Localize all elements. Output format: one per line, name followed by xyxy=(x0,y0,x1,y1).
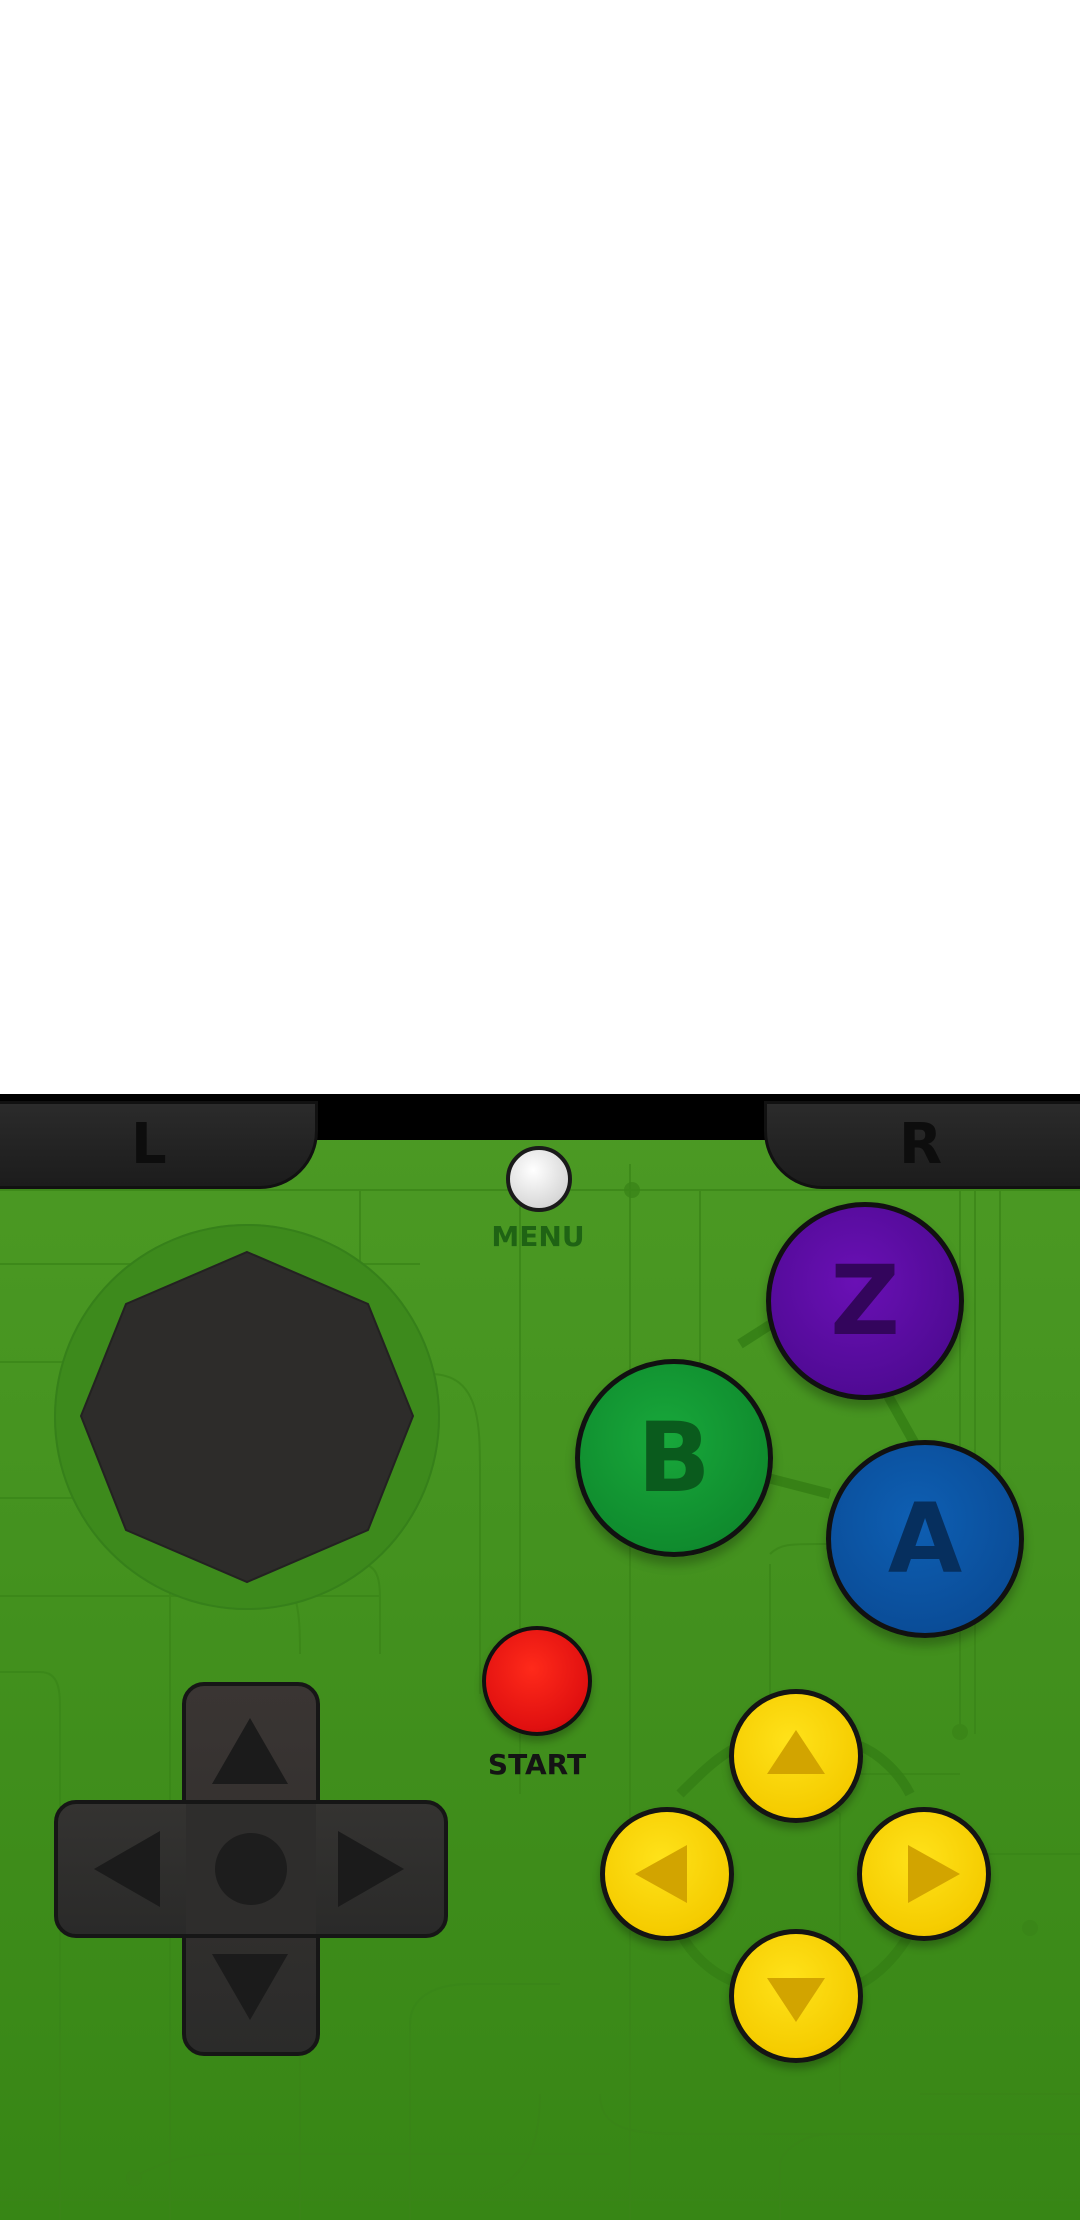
arrow-left-icon[interactable] xyxy=(94,1831,160,1907)
dpad[interactable] xyxy=(54,1682,448,2056)
start-button[interactable] xyxy=(482,1626,592,1736)
start-label: START xyxy=(487,1748,587,1781)
a-button[interactable]: A xyxy=(826,1440,1024,1638)
z-button-label: Z xyxy=(830,1245,900,1357)
a-button-label: A xyxy=(887,1483,963,1595)
menu-label: MENU xyxy=(491,1220,585,1253)
c-right-button[interactable] xyxy=(857,1807,991,1941)
c-left-icon xyxy=(635,1845,687,1903)
c-up-button[interactable] xyxy=(729,1689,863,1823)
dpad-center-icon xyxy=(215,1833,287,1905)
r-shoulder-label: R xyxy=(899,1112,943,1177)
z-button[interactable]: Z xyxy=(766,1202,964,1400)
r-shoulder-button[interactable]: R xyxy=(764,1101,1080,1189)
b-button-label: B xyxy=(637,1402,711,1514)
arrow-down-icon[interactable] xyxy=(212,1954,288,2020)
c-right-icon xyxy=(908,1845,960,1903)
l-shoulder-label: L xyxy=(131,1112,167,1177)
game-screen xyxy=(0,0,1080,1094)
c-down-icon xyxy=(767,1978,825,2022)
l-shoulder-button[interactable]: L xyxy=(0,1101,318,1189)
controller-overlay: L R MENU Z B A START xyxy=(0,1094,1080,2220)
c-up-icon xyxy=(767,1730,825,1774)
arrow-right-icon[interactable] xyxy=(338,1831,404,1907)
arrow-up-icon[interactable] xyxy=(212,1718,288,1784)
c-left-button[interactable] xyxy=(600,1807,734,1941)
b-button[interactable]: B xyxy=(575,1359,773,1557)
menu-button[interactable] xyxy=(506,1146,572,1212)
analog-stick[interactable] xyxy=(78,1248,416,1586)
c-down-button[interactable] xyxy=(729,1929,863,2063)
